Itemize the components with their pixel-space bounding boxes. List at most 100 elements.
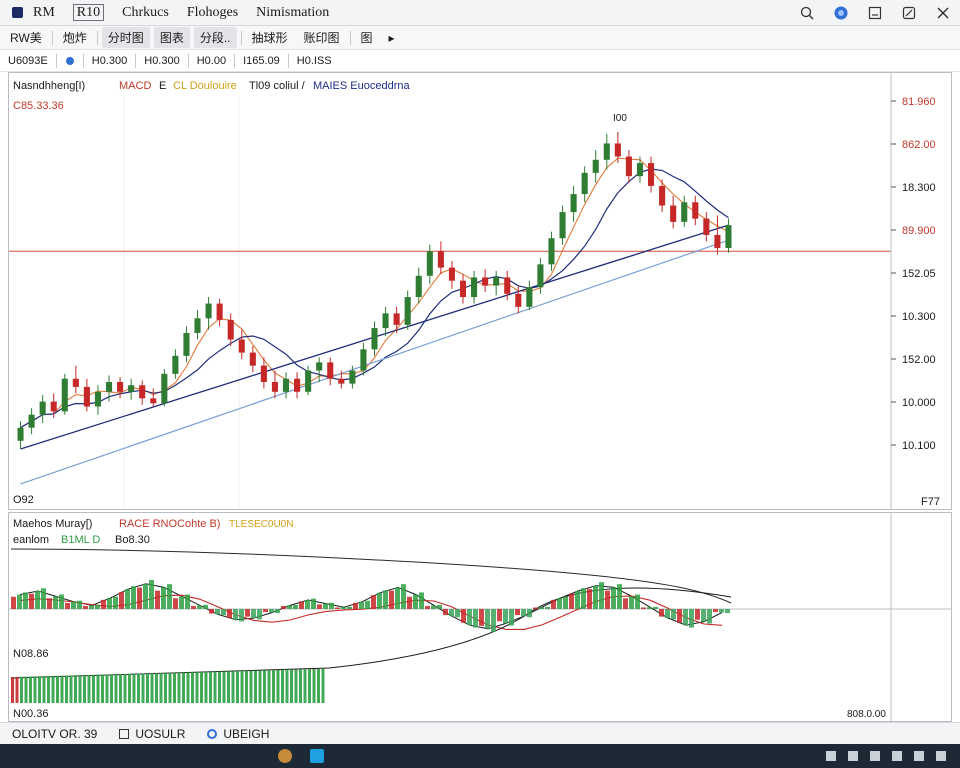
indicator-bar: [443, 609, 448, 616]
volume-bar: [209, 671, 212, 703]
title-item-5[interactable]: Nimismation: [256, 5, 329, 21]
candle-body: [714, 234, 721, 249]
toolbar-item-3[interactable]: 分时图: [101, 27, 150, 48]
indicator-bar: [137, 587, 142, 609]
bottom-left-label: O92: [13, 494, 34, 506]
indicator-bar: [65, 602, 70, 609]
indicator-chart-svg[interactable]: Maehos Muray[) RACE RNOCohte B) TLESEC0U…: [9, 513, 951, 721]
candle-body: [316, 362, 323, 371]
indicator-bar: [707, 609, 712, 624]
volume-bar: [114, 674, 118, 703]
candle-body: [216, 303, 223, 320]
indicator-bar: [275, 609, 280, 614]
candle-body: [636, 163, 644, 177]
indicator-bar: [263, 609, 268, 613]
candle-body: [647, 163, 655, 186]
indicator-bar: [155, 590, 160, 609]
title-item-1[interactable]: RM: [33, 5, 55, 21]
toolbar-item-5[interactable]: 分段..: [193, 27, 237, 48]
candle: [448, 261, 455, 289]
price-axis-label: 10.000: [902, 397, 936, 409]
toolbar-item-8[interactable]: 图: [355, 27, 379, 48]
search-icon[interactable]: [796, 2, 818, 24]
volume-bar: [276, 669, 280, 703]
candle-body: [592, 159, 599, 173]
candle-body: [526, 287, 533, 307]
candle-body: [504, 277, 511, 294]
indicator-bar: [365, 600, 370, 609]
status-item-3[interactable]: UBEIGH: [223, 727, 269, 741]
volume-bar: [177, 672, 181, 703]
indicator-bar: [473, 609, 478, 628]
tray-icon-4[interactable]: [892, 751, 902, 761]
candle: [526, 280, 533, 311]
chevron-down-icon[interactable]: ▸: [383, 29, 401, 47]
toolbar-item-7[interactable]: 账印图: [298, 27, 346, 48]
volume-bar: [92, 674, 95, 703]
candle-body: [294, 378, 301, 392]
toolbar-item-4[interactable]: 图表: [153, 27, 190, 48]
indicator-bar: [491, 609, 496, 632]
main-toolbar: RW美 炮炸 分时图 图表 分段.. 抽球形 账印图 图 ▸: [0, 26, 960, 50]
volume-bar: [245, 670, 248, 703]
minimize-icon[interactable]: [864, 2, 886, 24]
title-item-4[interactable]: Flohoges: [187, 5, 238, 21]
status-item-2[interactable]: UOSULR: [135, 727, 185, 741]
toolbar-item-1[interactable]: RW美: [4, 27, 48, 48]
globe-icon[interactable]: [830, 2, 852, 24]
candle: [437, 241, 444, 275]
indicator-bar: [641, 607, 646, 609]
indicator-bar: [383, 590, 388, 609]
volume-bar: [227, 671, 230, 703]
toolbar-item-2[interactable]: 炮炸: [57, 27, 93, 48]
indicator-bar: [425, 605, 430, 609]
indicator-bar: [671, 609, 676, 620]
title-item-3[interactable]: Chrkucs: [122, 5, 169, 21]
indicator-bar: [125, 589, 130, 609]
tray-icon-5[interactable]: [914, 751, 924, 761]
indicator-bar: [467, 609, 472, 626]
volume-bar: [263, 670, 266, 703]
volume-bar: [87, 674, 91, 703]
price-axis-label: 10.100: [902, 440, 936, 452]
volume-bar: [155, 673, 158, 703]
candle-body: [161, 373, 168, 404]
trendline-lower: [20, 239, 729, 485]
radio-icon[interactable]: [57, 50, 83, 72]
taskbar-app-icon[interactable]: [278, 749, 292, 763]
indicator-bar: [209, 609, 214, 614]
indicator-bar: [287, 605, 292, 609]
ind-legend-2: RACE RNOCohte B): [119, 518, 220, 530]
title-item-2[interactable]: R10: [72, 4, 105, 21]
indicator-chart-panel[interactable]: Maehos Muray[) RACE RNOCohte B) TLESEC0U…: [8, 512, 952, 722]
price-axis-label: 89.900: [902, 225, 936, 237]
toolbar-item-6[interactable]: 抽球形: [246, 27, 294, 48]
close-icon[interactable]: [932, 2, 954, 24]
tray-icon-1[interactable]: [826, 751, 836, 761]
indicator-bar: [197, 605, 202, 609]
indicator-bar: [557, 598, 562, 609]
volume-bar: [186, 672, 190, 703]
candle: [28, 408, 35, 435]
indicator-bar: [347, 606, 352, 609]
indicator-bar: [497, 609, 502, 622]
price-chart-panel[interactable]: 81.960 862.00 18.300 89.900 152.05 10.300 152.…: [8, 72, 952, 510]
ind-legend2-2: B1ML D: [61, 534, 100, 546]
price-legend-6: MAIES Euoceddrna: [313, 80, 410, 92]
price-chart-svg[interactable]: 81.960 862.00 18.300 89.900 152.05 10.300 152.…: [9, 73, 951, 509]
price-legend-4: CL Doulouire: [173, 80, 237, 92]
candle: [570, 185, 577, 222]
price-legend-2: MACD: [119, 80, 151, 92]
tray-icon-3[interactable]: [870, 751, 880, 761]
price-legend-3: E: [159, 80, 166, 92]
taskbar-window-icon[interactable]: [310, 749, 324, 763]
toolbar-divider: [349, 30, 351, 45]
maximize-icon[interactable]: [898, 2, 920, 24]
indicator-bar: [191, 605, 196, 609]
candle-body: [28, 414, 35, 428]
tray-icon-2[interactable]: [848, 751, 858, 761]
volume-bar: [173, 672, 176, 703]
tray-icon-6[interactable]: [936, 751, 946, 761]
candle: [404, 290, 411, 330]
toolbar-divider: [51, 30, 53, 45]
